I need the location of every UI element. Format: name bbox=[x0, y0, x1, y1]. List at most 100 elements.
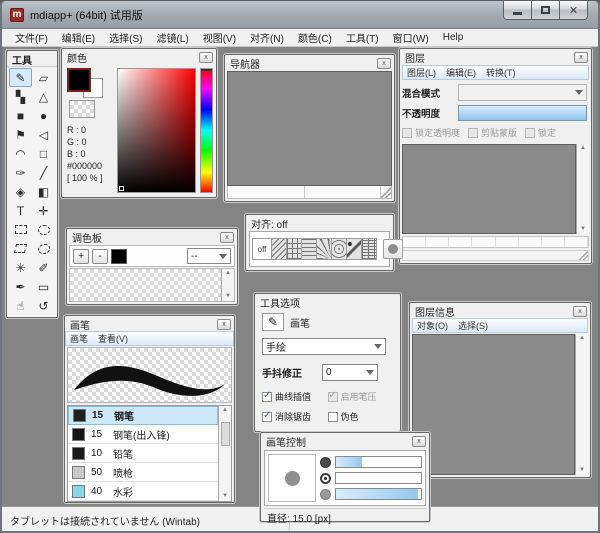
align-grid3d-button[interactable] bbox=[362, 238, 377, 260]
menubar-item-3[interactable]: 滤镜(L) bbox=[149, 28, 195, 47]
select-ellipse-tool[interactable] bbox=[32, 220, 55, 239]
menubar-item-1[interactable]: 编辑(E) bbox=[55, 28, 102, 47]
scrollbar-thumb[interactable] bbox=[221, 422, 230, 446]
line-tool[interactable]: ╱ bbox=[32, 163, 55, 182]
layer-action-button[interactable] bbox=[449, 237, 472, 247]
panel-layer-info-close-icon[interactable]: x bbox=[573, 306, 587, 317]
align-fan-button[interactable] bbox=[317, 238, 332, 260]
menubar-item-9[interactable]: Help bbox=[436, 30, 471, 45]
fill-circle-tool[interactable]: ● bbox=[32, 106, 55, 125]
opacity-slider[interactable] bbox=[320, 471, 422, 485]
scroll-up-icon[interactable]: ▲ bbox=[222, 406, 228, 415]
magic-wand-tool[interactable]: ✳ bbox=[9, 258, 32, 277]
menubar-item-2[interactable]: 选择(S) bbox=[102, 28, 149, 47]
panel-layers-close-icon[interactable]: x bbox=[574, 52, 588, 63]
layers-checkbox-0[interactable]: 锁定透明度 bbox=[402, 126, 460, 139]
scroll-down-icon[interactable]: ▼ bbox=[225, 292, 231, 301]
layer-action-button[interactable] bbox=[519, 237, 542, 247]
menubar-item-0[interactable]: 文件(F) bbox=[8, 28, 55, 47]
align-concentric-button[interactable] bbox=[332, 238, 347, 260]
curve-tool[interactable]: ◠ bbox=[9, 144, 32, 163]
close-button[interactable]: ✕ bbox=[559, 1, 588, 20]
maximize-button[interactable] bbox=[531, 1, 560, 20]
eraser-tool[interactable]: ▱ bbox=[32, 68, 55, 87]
palette-current-swatch[interactable] bbox=[111, 249, 127, 264]
layers-menu-item-2[interactable]: 转换(T) bbox=[486, 66, 516, 79]
brush-list-scrollbar[interactable]: ▲▼ bbox=[218, 406, 231, 501]
size-slider-track[interactable] bbox=[335, 456, 422, 468]
resize-grip-icon[interactable] bbox=[578, 251, 588, 260]
foreground-color-swatch[interactable] bbox=[67, 68, 91, 92]
layer-action-button[interactable] bbox=[542, 237, 565, 247]
tool-options-checkbox-2[interactable]: 消除锯齿 bbox=[262, 410, 320, 423]
palette-swatch-area[interactable] bbox=[70, 269, 221, 301]
tool-options-checkbox-0[interactable]: 曲线插值 bbox=[262, 390, 320, 403]
transparent-color-swatch[interactable] bbox=[69, 100, 95, 118]
palette-remove-button[interactable]: - bbox=[92, 249, 108, 264]
scroll-up-icon[interactable]: ▲ bbox=[579, 334, 585, 343]
layer-list[interactable] bbox=[402, 144, 576, 234]
pixel-tool[interactable]: ▚ bbox=[9, 87, 32, 106]
rect-tool[interactable]: □ bbox=[32, 144, 55, 163]
lasso-tool[interactable] bbox=[9, 239, 32, 258]
navigator-canvas[interactable] bbox=[227, 71, 392, 186]
layer-action-button[interactable] bbox=[472, 237, 495, 247]
polyline-tool[interactable]: ◁ bbox=[32, 125, 55, 144]
tone-tool[interactable]: △ bbox=[32, 87, 55, 106]
fill-polygon-tool[interactable]: ⚑ bbox=[9, 125, 32, 144]
layers-menu-item-1[interactable]: 编辑(E) bbox=[446, 66, 476, 79]
eyedropper-tool[interactable]: ✒ bbox=[9, 277, 32, 296]
minimize-button[interactable] bbox=[503, 1, 532, 20]
bucket-tool[interactable]: ◈ bbox=[9, 182, 32, 201]
layers-menu-item-0[interactable]: 图层(L) bbox=[407, 66, 436, 79]
layer-info-scrollbar[interactable]: ▲▼ bbox=[575, 334, 588, 475]
layer-action-button[interactable] bbox=[565, 237, 588, 247]
saturation-value-picker[interactable] bbox=[117, 68, 196, 193]
align-parallel-button[interactable] bbox=[272, 238, 287, 260]
tool-options-checkbox-3[interactable]: 伪色 bbox=[328, 410, 386, 423]
select-free-tool[interactable] bbox=[32, 239, 55, 258]
scroll-down-icon[interactable]: ▼ bbox=[580, 225, 586, 234]
brush-list-item-2[interactable]: 10铅笔 bbox=[68, 444, 218, 463]
align-grid-button[interactable] bbox=[287, 238, 302, 260]
menubar-item-6[interactable]: 颜色(C) bbox=[291, 28, 339, 47]
density-slider[interactable] bbox=[320, 487, 422, 501]
layer-action-button[interactable] bbox=[496, 237, 519, 247]
draw-mode-dropdown[interactable]: 手绘 bbox=[262, 338, 386, 355]
menubar-item-7[interactable]: 工具(T) bbox=[339, 28, 386, 47]
palette-dropdown[interactable]: -- bbox=[187, 248, 231, 264]
stabilizer-dropdown[interactable]: 0 bbox=[322, 364, 378, 381]
blend-mode-dropdown[interactable] bbox=[458, 84, 587, 101]
align-off-button[interactable]: off bbox=[252, 238, 272, 260]
layers-checkbox-1[interactable]: 剪贴蒙版 bbox=[468, 126, 517, 139]
rotate-tool[interactable]: ↺ bbox=[32, 296, 55, 315]
brush-menu-item-1[interactable]: 查看(V) bbox=[98, 332, 128, 345]
pen-tool[interactable]: ✎ bbox=[9, 68, 32, 87]
brush-menu-item-0[interactable]: 画笔 bbox=[70, 332, 88, 345]
brush-list-item-1[interactable]: 15钢笔(出入锋) bbox=[68, 425, 218, 444]
panel-navigator-close-icon[interactable]: x bbox=[377, 58, 391, 69]
tool-options-checkbox-1[interactable]: 启用笔压 bbox=[328, 390, 386, 403]
scroll-down-icon[interactable]: ▼ bbox=[579, 466, 585, 475]
panel-brush-control-close-icon[interactable]: x bbox=[412, 436, 426, 447]
resize-grip-icon[interactable] bbox=[381, 186, 391, 198]
density-slider-track[interactable] bbox=[335, 488, 422, 500]
hand-tool[interactable]: ☝ bbox=[9, 296, 32, 315]
menubar-item-4[interactable]: 视图(V) bbox=[196, 28, 243, 47]
scroll-up-icon[interactable]: ▲ bbox=[225, 269, 231, 278]
select-rect-tool[interactable] bbox=[9, 220, 32, 239]
menubar-item-5[interactable]: 对齐(N) bbox=[243, 28, 291, 47]
gradient-tool[interactable]: ◧ bbox=[32, 182, 55, 201]
select-pen-tool[interactable]: ✐ bbox=[32, 258, 55, 277]
scroll-up-icon[interactable]: ▲ bbox=[580, 144, 586, 153]
align-curve-button[interactable] bbox=[347, 238, 362, 260]
align-point-button[interactable] bbox=[383, 239, 403, 259]
layer-action-button[interactable] bbox=[403, 237, 426, 247]
move-tool[interactable]: ✛ bbox=[32, 201, 55, 220]
hue-slider[interactable] bbox=[200, 68, 213, 193]
panel-palette-close-icon[interactable]: x bbox=[220, 232, 234, 243]
menubar-item-8[interactable]: 窗口(W) bbox=[386, 28, 436, 47]
palette-add-button[interactable]: + bbox=[73, 249, 89, 264]
layer-action-button[interactable] bbox=[426, 237, 449, 247]
layer-info-menu-item-1[interactable]: 选择(S) bbox=[458, 319, 488, 332]
